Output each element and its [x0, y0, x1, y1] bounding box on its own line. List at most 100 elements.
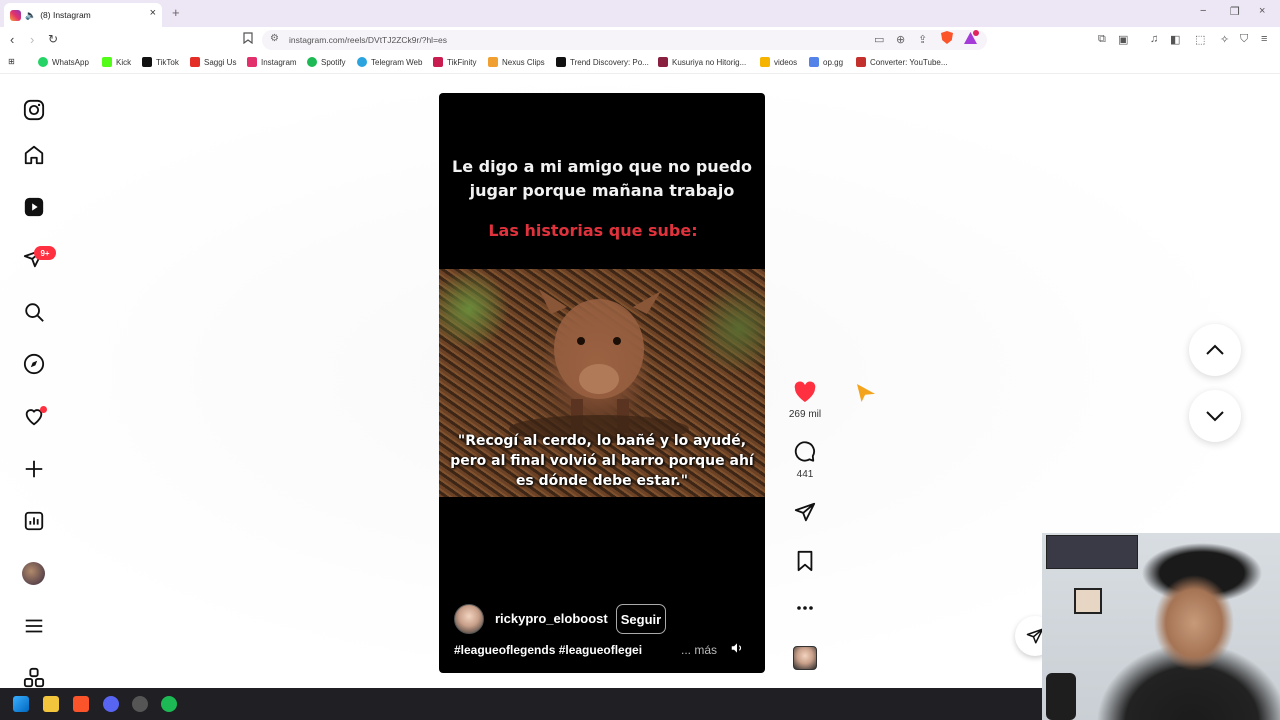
youtube-icon	[190, 57, 200, 67]
bookmark-tikfinity[interactable]: TikFinity	[433, 57, 476, 67]
tiktok-icon	[142, 57, 152, 67]
reel-hashtags[interactable]: #leagueoflegends #leagueoflegei	[454, 643, 642, 657]
bookmark-opgg[interactable]: op.gg	[809, 57, 843, 67]
instagram-logo-icon[interactable]	[22, 98, 46, 122]
app-icon[interactable]	[132, 696, 148, 712]
sidebar-toggle-icon[interactable]: ◧	[1170, 33, 1180, 46]
wallet-icon[interactable]: ▣	[1118, 33, 1128, 46]
apps-icon[interactable]	[22, 666, 46, 690]
reel-video[interactable]: Le digo a mi amigo que no puedo jugar po…	[439, 93, 765, 673]
tab-close-icon[interactable]: ×	[150, 7, 156, 19]
bookmark-trend-discovery[interactable]: Trend Discovery: Po...	[556, 57, 649, 67]
telegram-icon	[357, 57, 367, 67]
reel-caption-sub: Las historias que sube:	[488, 221, 698, 240]
rewards-notification-dot	[973, 30, 979, 36]
cast-icon[interactable]: ▭	[874, 33, 884, 46]
bookmark-kusuriya[interactable]: Kusuriya no Hitorig...	[658, 57, 746, 67]
spotify-icon	[307, 57, 317, 67]
comment-icon[interactable]	[793, 440, 817, 464]
windows-start-icon[interactable]	[13, 696, 29, 712]
webcam-microphone	[1046, 673, 1076, 720]
bookmark-saggi[interactable]: Saggi Us	[190, 57, 236, 67]
follow-button[interactable]: Seguir	[616, 604, 666, 634]
reel-username[interactable]: rickypro_eloboost	[495, 611, 608, 626]
bookmark-kick[interactable]: Kick	[102, 57, 131, 67]
tiktok-icon	[556, 57, 566, 67]
media-controls-icon[interactable]: ♫	[1150, 33, 1158, 45]
tab-title: (8) Instagram	[40, 10, 91, 20]
menu-icon[interactable]: ≡	[1261, 33, 1267, 45]
discord-icon[interactable]	[103, 696, 119, 712]
instagram-favicon-icon	[10, 9, 21, 21]
bookmark-nexus-clips[interactable]: Nexus Clips	[488, 57, 545, 67]
save-bookmark-icon[interactable]	[793, 549, 817, 573]
zoom-icon[interactable]: ⊕	[896, 33, 905, 46]
volume-icon[interactable]	[727, 638, 747, 658]
reel-quote-text: "Recogí al cerdo, lo bañé y lo ayudé, pe…	[450, 433, 754, 489]
reload-icon[interactable]: ↻	[48, 32, 58, 46]
extensions-icon[interactable]: ⧉	[1098, 33, 1106, 46]
search-icon[interactable]	[22, 300, 46, 324]
profile-avatar[interactable]	[22, 562, 45, 585]
vpn-icon[interactable]: ⛉	[1240, 33, 1248, 46]
more-menu-icon[interactable]	[22, 614, 46, 638]
site-settings-icon[interactable]: ⚙	[270, 33, 279, 44]
browser-tab-instagram[interactable]: 🔈 (8) Instagram ×	[4, 3, 162, 27]
instagram-icon	[247, 57, 257, 67]
bookmarks-bar: ⊞ WhatsApp Kick TikTok Saggi Us Instagra…	[0, 52, 1280, 74]
bookmark-instagram[interactable]: Instagram	[247, 57, 297, 67]
next-reel-button[interactable]	[1189, 390, 1241, 442]
close-window-button[interactable]: ×	[1259, 5, 1265, 17]
webcam-poster	[1074, 588, 1102, 614]
spotify-taskbar-icon[interactable]	[161, 696, 177, 712]
drive-icon	[760, 57, 770, 67]
like-heart-icon[interactable]	[793, 380, 817, 404]
home-icon[interactable]	[22, 143, 46, 167]
explore-icon[interactable]	[22, 352, 46, 376]
previous-reel-button[interactable]	[1189, 324, 1241, 376]
share-icon[interactable]: ⇪	[918, 33, 927, 46]
create-plus-icon[interactable]	[22, 457, 46, 481]
mouse-cursor-icon	[857, 384, 875, 402]
bookmark-page-icon[interactable]	[243, 32, 253, 47]
reels-icon[interactable]	[22, 195, 46, 219]
reel-author-avatar[interactable]	[454, 604, 484, 634]
nexus-clips-icon	[488, 57, 498, 67]
notification-dot	[40, 406, 47, 413]
audio-playing-icon[interactable]: 🔈	[25, 10, 36, 21]
back-arrow-icon[interactable]: ‹	[10, 32, 14, 47]
minimize-button[interactable]: −	[1200, 5, 1206, 17]
reel-caption-top: Le digo a mi amigo que no puedo jugar po…	[452, 157, 752, 200]
streamer-webcam-overlay	[1042, 533, 1280, 720]
downloads-icon[interactable]: ⬚	[1195, 33, 1205, 46]
url-text: instagram.com/reels/DVtTJ2ZCk9r/?hl=es	[289, 35, 448, 45]
webcam-shelf	[1046, 535, 1138, 569]
brave-browser-icon[interactable]	[73, 696, 89, 712]
kick-icon	[102, 57, 112, 67]
maximize-button[interactable]: ❐	[1230, 5, 1240, 18]
bookmark-spotify[interactable]: Spotify	[307, 57, 345, 67]
share-send-icon[interactable]	[793, 500, 817, 524]
leo-ai-icon[interactable]: ✧	[1220, 33, 1229, 46]
converter-icon	[856, 57, 866, 67]
file-explorer-icon[interactable]	[43, 696, 59, 712]
dashboard-icon[interactable]	[22, 509, 46, 533]
windows-taskbar	[0, 688, 1042, 720]
bookmark-telegram[interactable]: Telegram Web	[357, 57, 422, 67]
opgg-icon	[809, 57, 819, 67]
reel-more-link[interactable]: ... más	[681, 643, 717, 657]
apps-grid-icon[interactable]: ⊞	[8, 57, 15, 66]
bookmark-tiktok[interactable]: TikTok	[142, 57, 179, 67]
likes-count: 269 mil	[788, 409, 822, 420]
address-bar-row: ‹ › ↻ ⚙ instagram.com/reels/DVtTJ2ZCk9r/…	[0, 27, 1280, 52]
new-tab-button[interactable]: +	[172, 5, 180, 20]
audio-thumbnail[interactable]	[793, 646, 817, 670]
forward-arrow-icon[interactable]: ›	[30, 32, 34, 47]
url-field[interactable]: ⚙ instagram.com/reels/DVtTJ2ZCk9r/?hl=es…	[262, 30, 987, 50]
more-options-icon[interactable]	[793, 596, 817, 620]
bookmark-whatsapp[interactable]: WhatsApp	[38, 57, 89, 67]
tikfinity-icon	[433, 57, 443, 67]
bookmark-converter[interactable]: Converter: YouTube...	[856, 57, 948, 67]
bookmark-videos[interactable]: videos	[760, 57, 797, 67]
whatsapp-icon	[38, 57, 48, 67]
